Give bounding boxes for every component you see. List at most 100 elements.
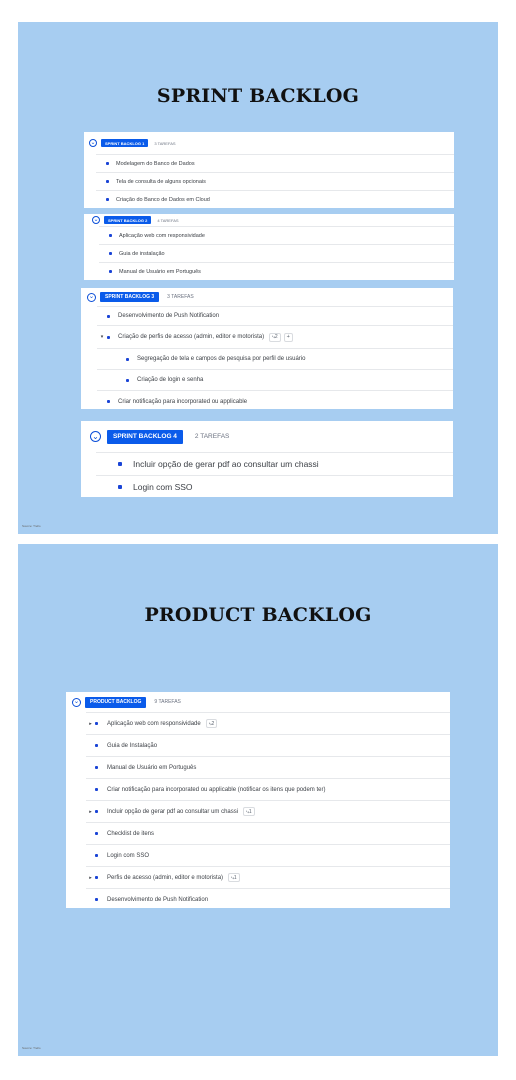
sprint-backlog-2-panel: ⌄ SPRINT BACKLOG 2 4 TAREFAS Aplicação w… [84, 214, 454, 280]
task-label: Incluir opção de gerar pdf ao consultar … [107, 808, 239, 815]
slide-title: SPRINT BACKLOG [156, 85, 360, 107]
list-item[interactable]: Manual de Usuário em Português [86, 756, 450, 778]
task-bullet-icon [95, 876, 98, 879]
caret-right-icon[interactable]: ▸ [86, 875, 95, 881]
group-header: ⌄ SPRINT BACKLOG 3 3 TAREFAS [81, 288, 453, 306]
product-backlog-panel: ⌄ PRODUCT BACKLOG 9 TAREFAS ▸ Aplicação … [66, 692, 450, 908]
task-count: 3 TAREFAS [154, 140, 176, 146]
task-bullet-icon [95, 788, 98, 791]
subtask-badge[interactable]: ⤷ 2 [205, 719, 218, 728]
sprint-backlog-4-panel: ⌄ SPRINT BACKLOG 4 2 TAREFAS Incluir opç… [81, 421, 453, 497]
task-bullet-icon [95, 722, 98, 725]
group-tag[interactable]: PRODUCT BACKLOG [85, 696, 147, 708]
task-bullet-icon [109, 270, 112, 273]
list-item[interactable]: Criação do Banco de Dados em Cloud [96, 190, 454, 208]
list-item[interactable]: Desenvolvimento de Push Notification [86, 888, 450, 910]
list-item[interactable]: Guia de instalação [99, 244, 454, 262]
group-tag[interactable]: SPRINT BACKLOG 4 [107, 429, 183, 444]
subtask-badge[interactable]: ⤷ 2 [269, 332, 281, 342]
group-tag[interactable]: SPRINT BACKLOG 1 [101, 139, 149, 147]
task-bullet-icon [107, 314, 110, 318]
group-header: ⌄ SPRINT BACKLOG 1 3 TAREFAS [84, 132, 454, 154]
task-label: Checklist de itens [107, 830, 155, 837]
list-item[interactable]: Incluir opção de gerar pdf ao consultar … [96, 452, 453, 475]
task-bullet-icon [95, 766, 98, 769]
slide-footer: Source: Trello [22, 1046, 41, 1050]
task-label: Tela de consulta de alguns opcionais [116, 178, 206, 185]
task-label: Login com SSO [133, 482, 193, 492]
caret-right-icon[interactable]: ▸ [86, 809, 95, 815]
collapse-toggle-icon[interactable]: ⌄ [92, 216, 100, 224]
caret-right-icon[interactable]: ▸ [86, 721, 95, 727]
subtask-count: 1 [233, 874, 237, 881]
task-bullet-icon [126, 378, 129, 382]
subtask-count: 1 [248, 808, 252, 815]
group-header: ⌄ SPRINT BACKLOG 2 4 TAREFAS [84, 214, 454, 226]
group-header: ⌄ PRODUCT BACKLOG 9 TAREFAS [66, 692, 450, 712]
task-bullet-icon [106, 180, 109, 183]
subtask-count: 2 [211, 720, 215, 727]
sprint-backlog-slide: SPRINT BACKLOG ⌄ SPRINT BACKLOG 1 3 TARE… [18, 22, 498, 534]
list-item[interactable]: ▸ Incluir opção de gerar pdf ao consulta… [86, 800, 450, 822]
task-label: Desenvolvimento de Push Notification [118, 313, 220, 319]
task-bullet-icon [118, 462, 122, 466]
list-item[interactable]: Manual de Usuário em Português [99, 262, 454, 280]
task-label: Incluir opção de gerar pdf ao consultar … [133, 459, 319, 469]
list-item[interactable]: Desenvolvimento de Push Notification [97, 306, 453, 325]
task-count: 3 TAREFAS [167, 294, 194, 300]
list-item[interactable]: ▸ Aplicação web com responsividade ⤷ 2 [86, 712, 450, 734]
list-item[interactable]: Criação de login e senha [97, 369, 453, 390]
product-backlog-slide: PRODUCT BACKLOG ⌄ PRODUCT BACKLOG 9 TARE… [18, 544, 498, 1056]
collapse-toggle-icon[interactable]: ⌄ [72, 697, 81, 707]
task-label: Aplicação web com responsividade [119, 232, 205, 239]
list-item[interactable]: ▸ Perfis de acesso (admin, editor e moto… [86, 866, 450, 888]
subtask-badge[interactable]: ⤷ 1 [243, 807, 255, 816]
group-tag[interactable]: SPRINT BACKLOG 3 [100, 292, 160, 302]
task-bullet-icon [95, 744, 98, 747]
list-item[interactable]: Tela de consulta de alguns opcionais [96, 172, 454, 190]
list-item[interactable]: Aplicação web com responsividade [99, 226, 454, 244]
task-label: Aplicação web com responsividade [107, 720, 201, 727]
list-item[interactable]: Guia de Instalação [86, 734, 450, 756]
list-item[interactable]: Checklist de itens [86, 822, 450, 844]
task-label: Modelagem do Banco de Dados [116, 160, 195, 167]
sprint-backlog-1-panel: ⌄ SPRINT BACKLOG 1 3 TAREFAS Modelagem d… [84, 132, 454, 208]
task-bullet-icon [126, 357, 129, 361]
task-bullet-icon [95, 898, 98, 901]
collapse-toggle-icon[interactable]: ⌄ [89, 139, 97, 147]
subtask-count: 2 [274, 334, 278, 340]
task-bullet-icon [109, 252, 112, 255]
task-count: 2 TAREFAS [194, 433, 230, 440]
add-subtask-button[interactable]: + [283, 332, 293, 342]
task-label: Segregação de tela e campos de pesquisa … [137, 356, 306, 362]
collapse-toggle-icon[interactable]: ⌄ [87, 292, 96, 302]
task-label: Guia de instalação [119, 250, 165, 257]
task-count: 9 TAREFAS [154, 699, 181, 705]
list-item[interactable]: Login com SSO [96, 475, 453, 498]
collapse-toggle-icon[interactable]: ⌄ [90, 431, 101, 442]
task-bullet-icon [106, 198, 109, 201]
task-bullet-icon [106, 162, 109, 165]
group-tag[interactable]: SPRINT BACKLOG 2 [104, 216, 152, 224]
list-item[interactable]: Modelagem do Banco de Dados [96, 154, 454, 172]
task-label: Criar notificação para incorporated ou a… [107, 786, 326, 793]
task-label: Perfis de acesso (admin, editor e motori… [107, 874, 224, 881]
task-label: Guia de Instalação [107, 742, 158, 749]
list-item[interactable]: Criar notificação para incorporated ou a… [97, 390, 453, 412]
list-item[interactable]: Login com SSO [86, 844, 450, 866]
list-item[interactable]: Segregação de tela e campos de pesquisa … [97, 348, 453, 369]
task-bullet-icon [95, 810, 98, 813]
task-label: Criação de login e senha [137, 377, 204, 383]
task-bullet-icon [118, 485, 122, 489]
sprint-backlog-3-panel: ⌄ SPRINT BACKLOG 3 3 TAREFAS Desenvolvim… [81, 288, 453, 409]
caret-down-icon[interactable]: ▾ [97, 334, 107, 340]
task-label: Desenvolvimento de Push Notification [107, 896, 209, 903]
slide-title: PRODUCT BACKLOG [144, 604, 372, 626]
group-header: ⌄ SPRINT BACKLOG 4 2 TAREFAS [81, 421, 453, 452]
task-count: 4 TAREFAS [157, 217, 179, 223]
task-bullet-icon [107, 335, 110, 339]
list-item[interactable]: ▾ Criação de perfis de acesso (admin, ed… [97, 325, 453, 348]
list-item[interactable]: Criar notificação para incorporated ou a… [86, 778, 450, 800]
task-bullet-icon [109, 234, 112, 237]
subtask-badge[interactable]: ⤷ 1 [228, 873, 240, 882]
